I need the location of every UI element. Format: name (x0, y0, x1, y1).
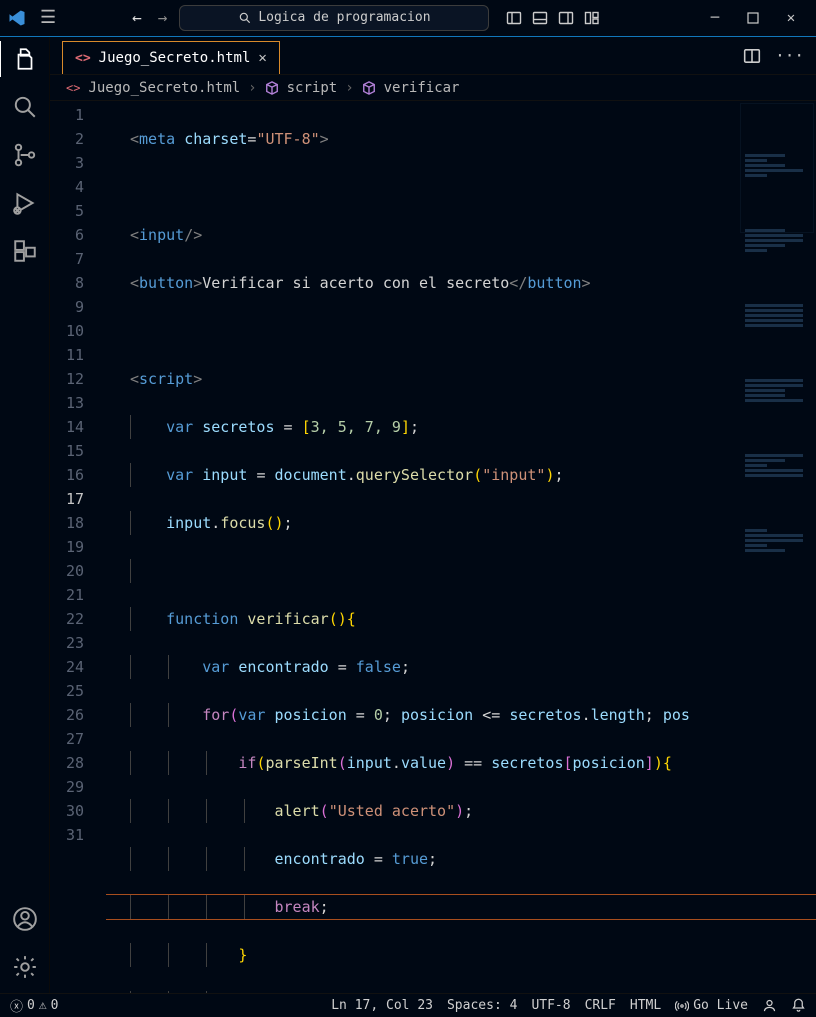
accounts-icon[interactable] (11, 905, 39, 933)
close-icon[interactable]: ✕ (782, 9, 800, 27)
minimap[interactable] (740, 103, 814, 233)
command-search-box[interactable]: Logica de programacion (179, 5, 489, 31)
vscode-logo-icon (8, 9, 26, 27)
breadcrumb-script[interactable]: script (287, 80, 338, 96)
tab-close-icon[interactable]: ✕ (258, 50, 266, 66)
broadcast-icon (675, 999, 689, 1013)
editor-body[interactable]: 12345 678910 1112131415 1617181920 21222… (50, 101, 816, 993)
nav-forward-icon[interactable]: → (154, 8, 172, 27)
html-file-icon: <> (66, 81, 80, 95)
html-file-icon: <> (75, 51, 91, 66)
error-icon: ⓧ (10, 996, 23, 1015)
status-feedback-icon[interactable] (762, 998, 777, 1013)
status-language[interactable]: HTML (630, 998, 661, 1013)
explorer-icon[interactable] (11, 45, 39, 73)
panel-bottom-icon[interactable] (531, 9, 549, 27)
status-bar: ⓧ0 ⚠0 Ln 17, Col 23 Spaces: 4 UTF-8 CRLF… (0, 993, 816, 1017)
status-cursor-position[interactable]: Ln 17, Col 23 (331, 998, 433, 1013)
layout-controls (505, 9, 601, 27)
panel-right-icon[interactable] (557, 9, 575, 27)
run-debug-icon[interactable] (11, 189, 39, 217)
main-area: <> Juego_Secreto.html ✕ ··· <> Juego_Sec… (0, 36, 816, 993)
maximize-icon[interactable] (744, 9, 762, 27)
chevron-right-icon: › (248, 80, 256, 96)
search-text: Logica de programacion (258, 10, 430, 25)
split-editor-icon[interactable] (743, 47, 761, 65)
tab-filename: Juego_Secreto.html (99, 50, 251, 66)
settings-gear-icon[interactable] (11, 953, 39, 981)
status-eol[interactable]: CRLF (585, 998, 616, 1013)
search-icon (238, 11, 252, 25)
search-sidebar-icon[interactable] (11, 93, 39, 121)
more-actions-icon[interactable]: ··· (775, 46, 804, 65)
breadcrumbs[interactable]: <> Juego_Secreto.html › script › verific… (50, 75, 816, 101)
editor-tabs: <> Juego_Secreto.html ✕ ··· (50, 37, 816, 75)
status-indentation[interactable]: Spaces: 4 (447, 998, 517, 1013)
status-go-live[interactable]: Go Live (675, 998, 748, 1013)
extensions-icon[interactable] (11, 237, 39, 265)
minimize-icon[interactable]: ─ (706, 9, 724, 27)
line-number-gutter: 12345 678910 1112131415 1617181920 21222… (50, 101, 106, 993)
symbol-icon (265, 81, 279, 95)
tab-juego-secreto[interactable]: <> Juego_Secreto.html ✕ (62, 41, 280, 74)
editor-group: <> Juego_Secreto.html ✕ ··· <> Juego_Sec… (50, 37, 816, 993)
status-encoding[interactable]: UTF-8 (531, 998, 570, 1013)
window-controls: ─ ✕ (706, 9, 808, 27)
panel-left-icon[interactable] (505, 9, 523, 27)
title-bar: ☰ ← → Logica de programacion ─ ✕ (0, 0, 816, 36)
activity-bar (0, 37, 50, 993)
layout-grid-icon[interactable] (583, 9, 601, 27)
source-control-icon[interactable] (11, 141, 39, 169)
status-bell-icon[interactable] (791, 998, 806, 1013)
code-content[interactable]: <meta charset="UTF-8"> <input/> <button>… (106, 101, 816, 993)
symbol-icon (362, 81, 376, 95)
breadcrumb-file[interactable]: Juego_Secreto.html (88, 80, 240, 96)
nav-back-icon[interactable]: ← (128, 8, 146, 27)
breadcrumb-verificar[interactable]: verificar (384, 80, 460, 96)
warning-icon: ⚠ (39, 998, 47, 1013)
menu-icon[interactable]: ☰ (34, 9, 62, 27)
chevron-right-icon: › (345, 80, 353, 96)
status-errors[interactable]: ⓧ0 ⚠0 (10, 996, 59, 1015)
